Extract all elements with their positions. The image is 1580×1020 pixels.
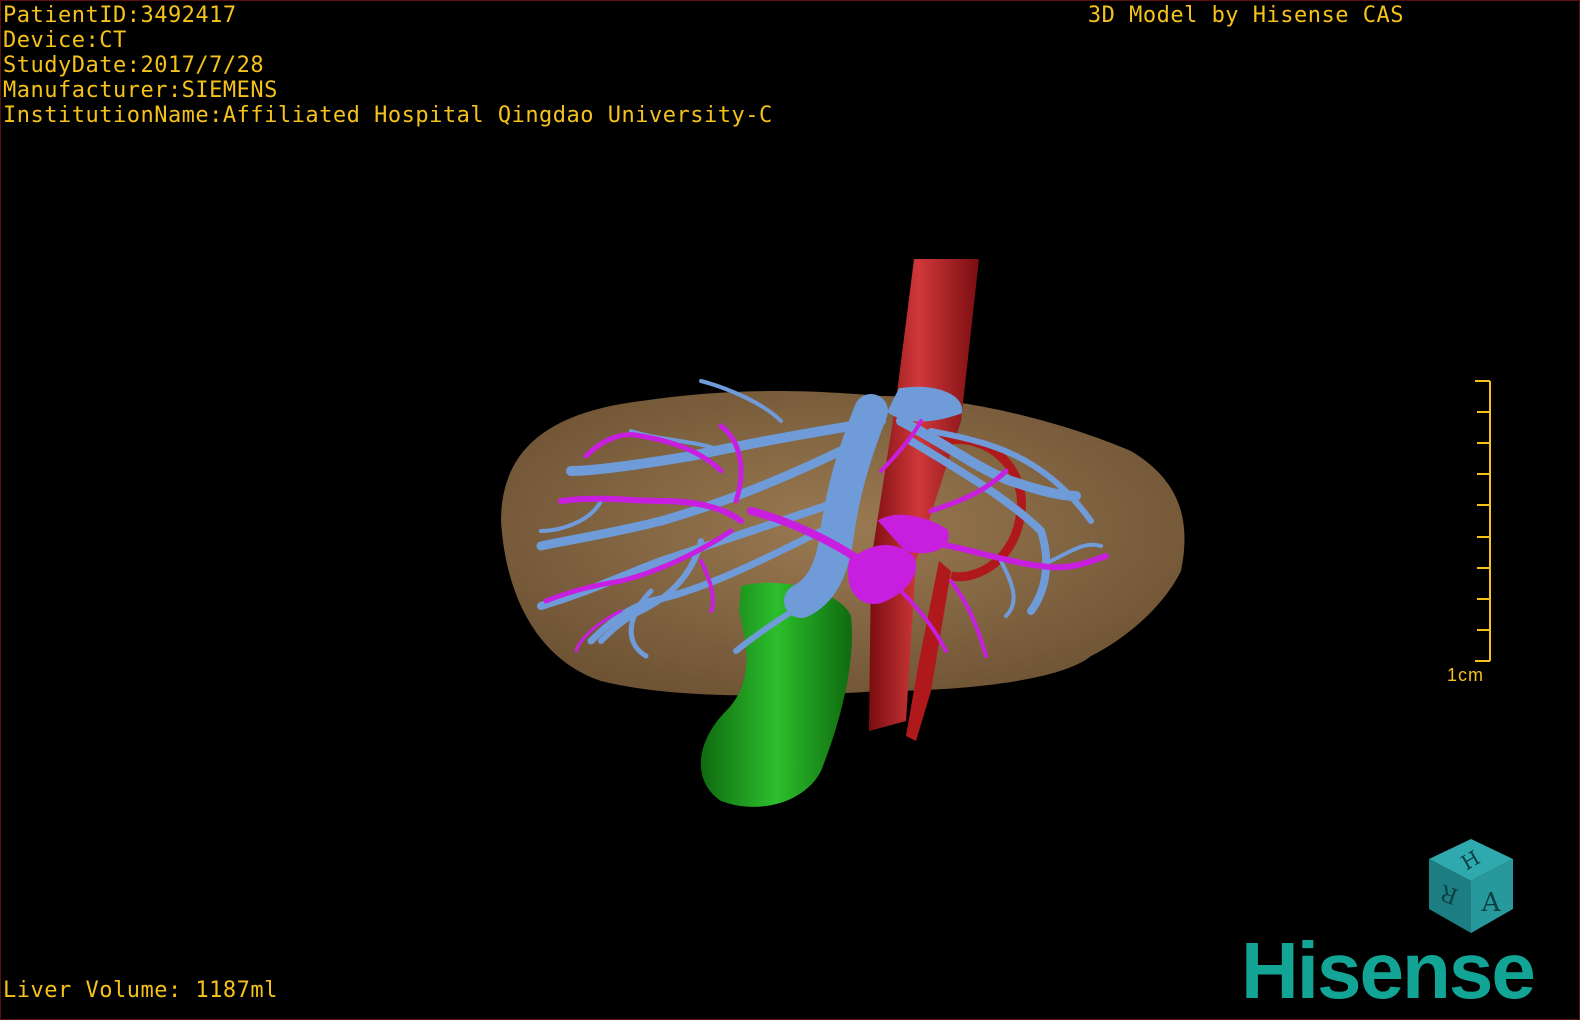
institution-label: InstitutionName:Affiliated Hospital Qing… xyxy=(3,103,773,128)
liver-3d-model[interactable] xyxy=(1,1,1579,1019)
liver-volume-label: Liver Volume: 1187ml xyxy=(3,978,278,1003)
manufacturer-label: Manufacturer:SIEMENS xyxy=(3,78,278,103)
scale-bar-label: 1cm xyxy=(1447,665,1485,685)
patient-info-overlay: PatientID:3492417 Device:CT StudyDate:20… xyxy=(3,3,773,128)
study-date-label: StudyDate:2017/7/28 xyxy=(3,53,265,78)
patient-id-label: PatientID:3492417 xyxy=(3,3,237,28)
model-credit-label: 3D Model by Hisense CAS xyxy=(1087,3,1404,28)
device-label: Device:CT xyxy=(3,28,127,53)
orientation-cube[interactable]: H R A xyxy=(1419,837,1523,937)
cube-right-face-label: A xyxy=(1481,888,1502,918)
scale-bar xyxy=(1475,380,1491,662)
3d-viewport[interactable]: PatientID:3492417 Device:CT StudyDate:20… xyxy=(0,0,1580,1020)
hisense-logo: Hisense xyxy=(1241,926,1536,1015)
